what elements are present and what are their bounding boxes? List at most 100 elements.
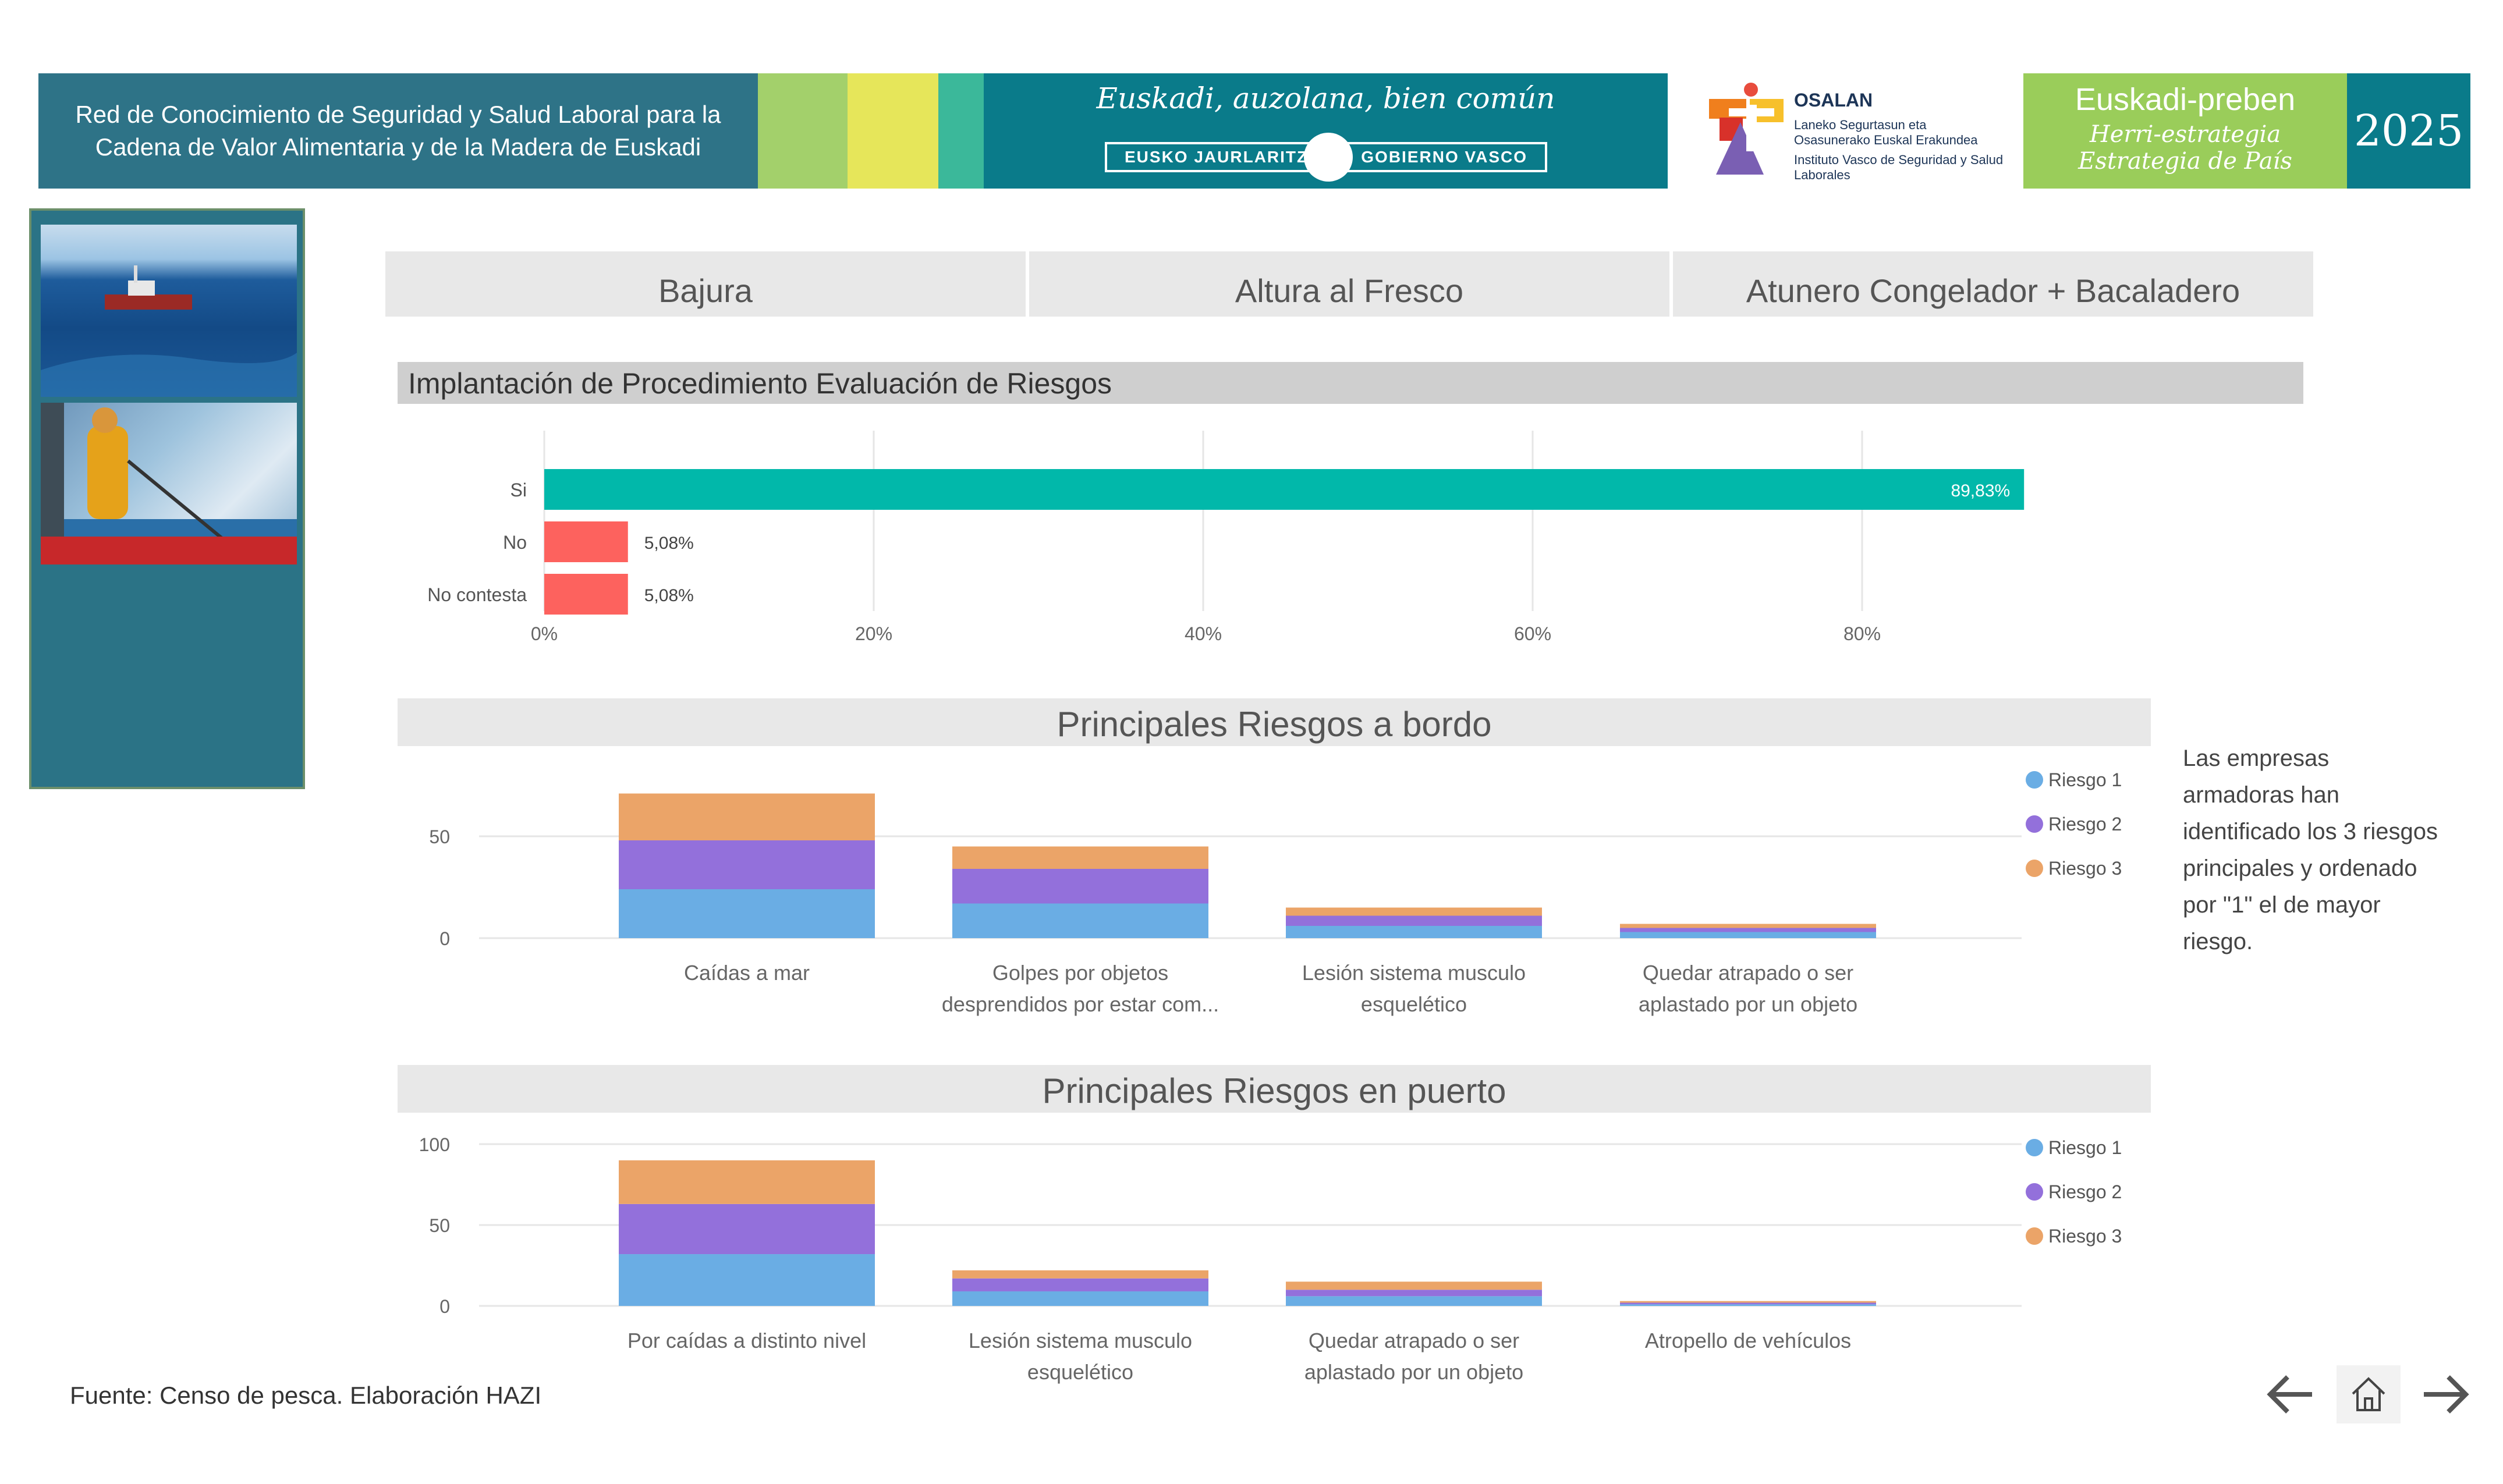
bar-segment xyxy=(619,1203,875,1255)
bar-segment xyxy=(1286,926,1542,938)
category-label: Quedar atrapado o ser xyxy=(1643,961,1853,985)
basque-government-banner: Euskadi, auzolana, bien común EUSKO JAUR… xyxy=(984,73,1668,189)
legend-label: Riesgo 3 xyxy=(2048,1226,2122,1247)
bar-segment xyxy=(1620,1301,1876,1303)
source-note: Fuente: Censo de pesca. Elaboración HAZI xyxy=(70,1382,542,1409)
gov-name-basque: EUSKO JAURLARITZA xyxy=(1125,148,1321,166)
y-tick-label: 50 xyxy=(429,826,450,847)
chart1-title-bar: Implantación de Procedimiento Evaluación… xyxy=(398,362,2303,404)
bar-segment xyxy=(952,869,1208,904)
arrow-right-icon xyxy=(2424,1375,2469,1414)
bar-segment xyxy=(1286,907,1542,916)
chart2-title: Principales Riesgos a bordo xyxy=(1056,705,1492,744)
legend-label: Riesgo 3 xyxy=(2048,858,2122,879)
bar-segment xyxy=(1620,932,1876,938)
bar-segment xyxy=(619,1160,875,1204)
slogan: Euskadi, auzolana, bien común xyxy=(1096,81,1555,115)
euskadi-preben-banner: Euskadi-preben Herri-estrategia Estrateg… xyxy=(2023,73,2347,189)
legend-label: Riesgo 2 xyxy=(2048,814,2122,835)
bar-segment xyxy=(1620,1302,1876,1305)
legend-marker xyxy=(2026,815,2043,833)
bar xyxy=(544,574,628,615)
x-tick-label: 0% xyxy=(531,623,558,644)
arrow-left-icon xyxy=(2267,1375,2312,1414)
category-label: Caídas a mar xyxy=(684,961,810,985)
category-label: No contesta xyxy=(427,584,527,605)
category-label: desprendidos por estar com... xyxy=(942,992,1219,1016)
tab-atunero-bacaladero[interactable]: Atunero Congelador + Bacaladero xyxy=(1673,251,2313,317)
fisherman-photo xyxy=(41,403,297,565)
bar-segment xyxy=(1620,1304,1876,1306)
header-title-banner: Red de Conocimiento de Seguridad y Salud… xyxy=(38,73,758,189)
legend-label: Riesgo 1 xyxy=(2048,1137,2122,1158)
side-note: Las empresas armadoras han identificado … xyxy=(2183,745,2438,954)
tab-altura-al-fresco[interactable]: Altura al Fresco xyxy=(1029,251,1669,317)
tab-bajura-label: Bajura xyxy=(658,272,753,309)
tab-atunero-label: Atunero Congelador + Bacaladero xyxy=(1746,272,2240,309)
y-tick-label: 100 xyxy=(419,1134,450,1155)
chart1-title: Implantación de Procedimiento Evaluación… xyxy=(408,367,1112,400)
risks-in-port-chart: 0 50 100 Por caídas a distinto nivel Lesión … xyxy=(419,1134,2122,1384)
category-label: Atropello de vehículos xyxy=(1645,1329,1851,1352)
osalan-name: OSALAN xyxy=(1794,90,1873,111)
legend-marker xyxy=(2026,860,2043,877)
category-label: aplastado por un objeto xyxy=(1639,992,1857,1016)
category-label: Si xyxy=(510,480,527,500)
legend-marker xyxy=(2026,771,2043,789)
evaluation-procedure-chart: 0% 20% 40% 60% 80% Si 89,83% No 5,08% No contesta… xyxy=(427,431,2025,644)
fishing-boat-photo xyxy=(41,225,297,397)
bar-segment xyxy=(619,793,875,840)
category-label: esquelético xyxy=(1027,1360,1133,1384)
x-tick-label: 20% xyxy=(855,623,892,644)
x-tick-label: 40% xyxy=(1185,623,1222,644)
legend-marker xyxy=(2026,1183,2043,1201)
risks-on-board-chart: 0 50 Caídas a mar Golpes por objetos despren… xyxy=(429,769,2122,1016)
bar-segment xyxy=(1286,1290,1542,1297)
category-label: No xyxy=(503,532,527,553)
gov-name-spanish: GOBIERNO VASCO xyxy=(1361,148,1527,166)
osalan-spanish-name: Instituto Vasco de Seguridad y Salud Lab… xyxy=(1794,152,2004,182)
data-label: 5,08% xyxy=(644,534,694,553)
chart3-title: Principales Riesgos en puerto xyxy=(1042,1071,1506,1110)
category-label: esquelético xyxy=(1361,992,1467,1016)
category-label: Lesión sistema musculo xyxy=(969,1329,1192,1352)
header-stripe-teal xyxy=(938,73,984,189)
preben-title: Euskadi-preben xyxy=(2075,82,2296,117)
bar-segment xyxy=(619,889,875,938)
legend-marker xyxy=(2026,1227,2043,1245)
year-badge: 2025 xyxy=(2347,73,2470,189)
header-stripe-yellow xyxy=(848,73,938,189)
bar xyxy=(544,521,628,562)
osalan-logo-icon xyxy=(1709,83,1784,175)
category-label: Lesión sistema musculo xyxy=(1302,961,1526,985)
government-logo: EUSKO JAURLARITZA GOBIERNO VASCO xyxy=(1105,133,1547,182)
preben-subtitle-spanish: Estrategia de País xyxy=(2078,148,2292,175)
x-tick-label: 80% xyxy=(1843,623,1881,644)
header-title: Red de Conocimiento de Seguridad y Salud… xyxy=(75,98,721,164)
header-stripe-green xyxy=(758,73,848,189)
bar-segment xyxy=(1286,915,1542,926)
category-label: Quedar atrapado o ser xyxy=(1309,1329,1519,1352)
data-label: 89,83% xyxy=(1951,481,2010,500)
bar-segment xyxy=(952,1291,1208,1306)
home-button[interactable] xyxy=(2337,1365,2401,1423)
tab-altura-label: Altura al Fresco xyxy=(1235,272,1464,309)
chart3-title-bar: Principales Riesgos en puerto xyxy=(398,1065,2151,1113)
bar-segment xyxy=(952,903,1208,938)
bar-segment xyxy=(952,1270,1208,1279)
bar-segment xyxy=(1620,928,1876,932)
next-button[interactable] xyxy=(2413,1365,2477,1423)
tab-bajura[interactable]: Bajura xyxy=(385,251,1026,317)
back-button[interactable] xyxy=(2259,1365,2323,1423)
home-icon xyxy=(2352,1377,2385,1411)
category-label: Golpes por objetos xyxy=(992,961,1168,985)
bar-segment xyxy=(952,846,1208,869)
bar xyxy=(544,469,2025,510)
x-tick-label: 60% xyxy=(1514,623,1551,644)
legend-marker xyxy=(2026,1139,2043,1156)
preben-subtitle-basque: Herri-estrategia xyxy=(2089,121,2281,148)
data-label: 5,08% xyxy=(644,586,694,605)
y-tick-label: 0 xyxy=(439,928,450,949)
legend-label: Riesgo 1 xyxy=(2048,769,2122,790)
category-label: aplastado por un objeto xyxy=(1304,1360,1523,1384)
